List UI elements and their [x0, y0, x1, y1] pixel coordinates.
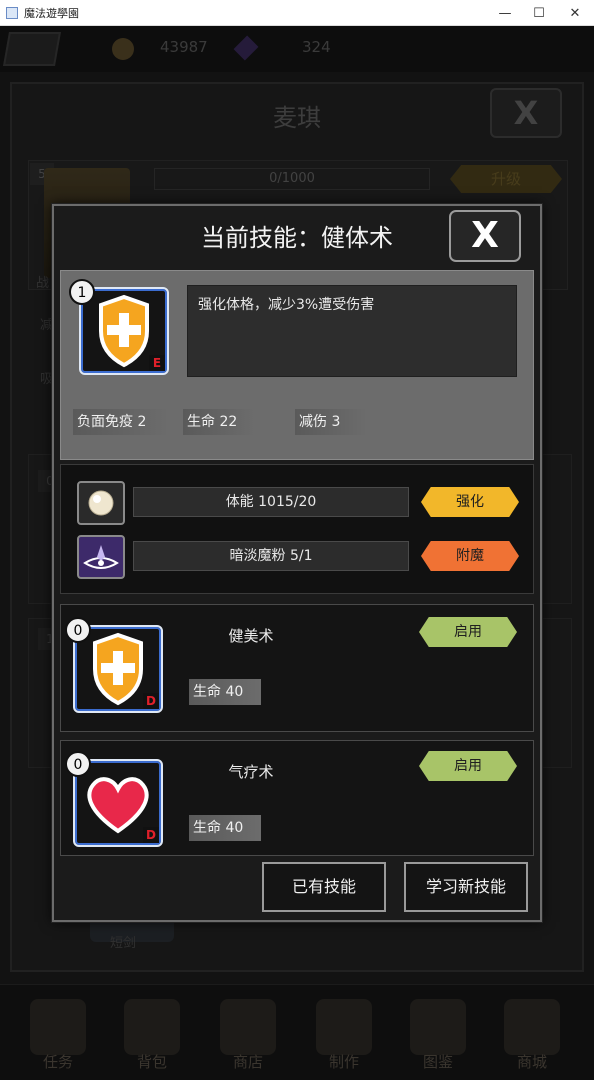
- stat-chip: 生命 40: [189, 815, 261, 841]
- skill-card: D 0 气疗术 生命 40 启用: [60, 740, 534, 856]
- stat-chip: 生命 40: [189, 679, 261, 705]
- skill-grade: E: [149, 355, 165, 371]
- learn-new-skill-button[interactable]: 学习新技能: [404, 862, 528, 912]
- magic-dust-icon: [77, 535, 125, 579]
- skill-name: 气疗术: [228, 763, 274, 781]
- current-skill-icon-frame: E: [79, 287, 169, 375]
- maximize-button[interactable]: ☐: [522, 0, 556, 26]
- modal-close-button[interactable]: X: [449, 210, 521, 262]
- skill-grade: D: [143, 693, 159, 709]
- skill-description: 强化体格，减少3%遭受伤害: [187, 285, 517, 377]
- skill-grade: D: [143, 827, 159, 843]
- stat-chip: 减伤 3: [295, 409, 367, 435]
- pearl-icon: [77, 481, 125, 525]
- window-title: 魔法遊學園: [24, 6, 79, 20]
- enchant-button[interactable]: 附魔: [421, 541, 519, 571]
- skill-modal: 当前技能：健体术 X E 1 强化体格，减少3%遭受伤害 负面免疫 2 生命 2…: [52, 204, 542, 922]
- enable-skill-button[interactable]: 启用: [419, 617, 517, 647]
- material-progress: 暗淡魔粉 5/1: [133, 541, 409, 571]
- materials-panel: 体能 1015/20 强化 暗淡魔粉 5/1 附魔: [60, 464, 534, 594]
- owned-skills-button[interactable]: 已有技能: [262, 862, 386, 912]
- current-skill-panel: E 1 强化体格，减少3%遭受伤害 负面免疫 2 生命 22 减伤 3: [60, 270, 534, 460]
- material-progress: 体能 1015/20: [133, 487, 409, 517]
- stat-chip: 生命 22: [183, 409, 255, 435]
- stat-chip: 负面免疫 2: [73, 409, 169, 435]
- minimize-button[interactable]: —: [488, 0, 522, 26]
- skill-card: D 0 健美术 生命 40 启用: [60, 604, 534, 732]
- window-titlebar: 魔法遊學園 — ☐ ✕: [0, 0, 594, 26]
- app-icon: [6, 6, 18, 19]
- skill-level-badge: 1: [69, 279, 95, 305]
- window-close-button[interactable]: ✕: [558, 0, 592, 26]
- skill-name: 健美术: [228, 627, 274, 645]
- enhance-button[interactable]: 强化: [421, 487, 519, 517]
- enable-skill-button[interactable]: 启用: [419, 751, 517, 781]
